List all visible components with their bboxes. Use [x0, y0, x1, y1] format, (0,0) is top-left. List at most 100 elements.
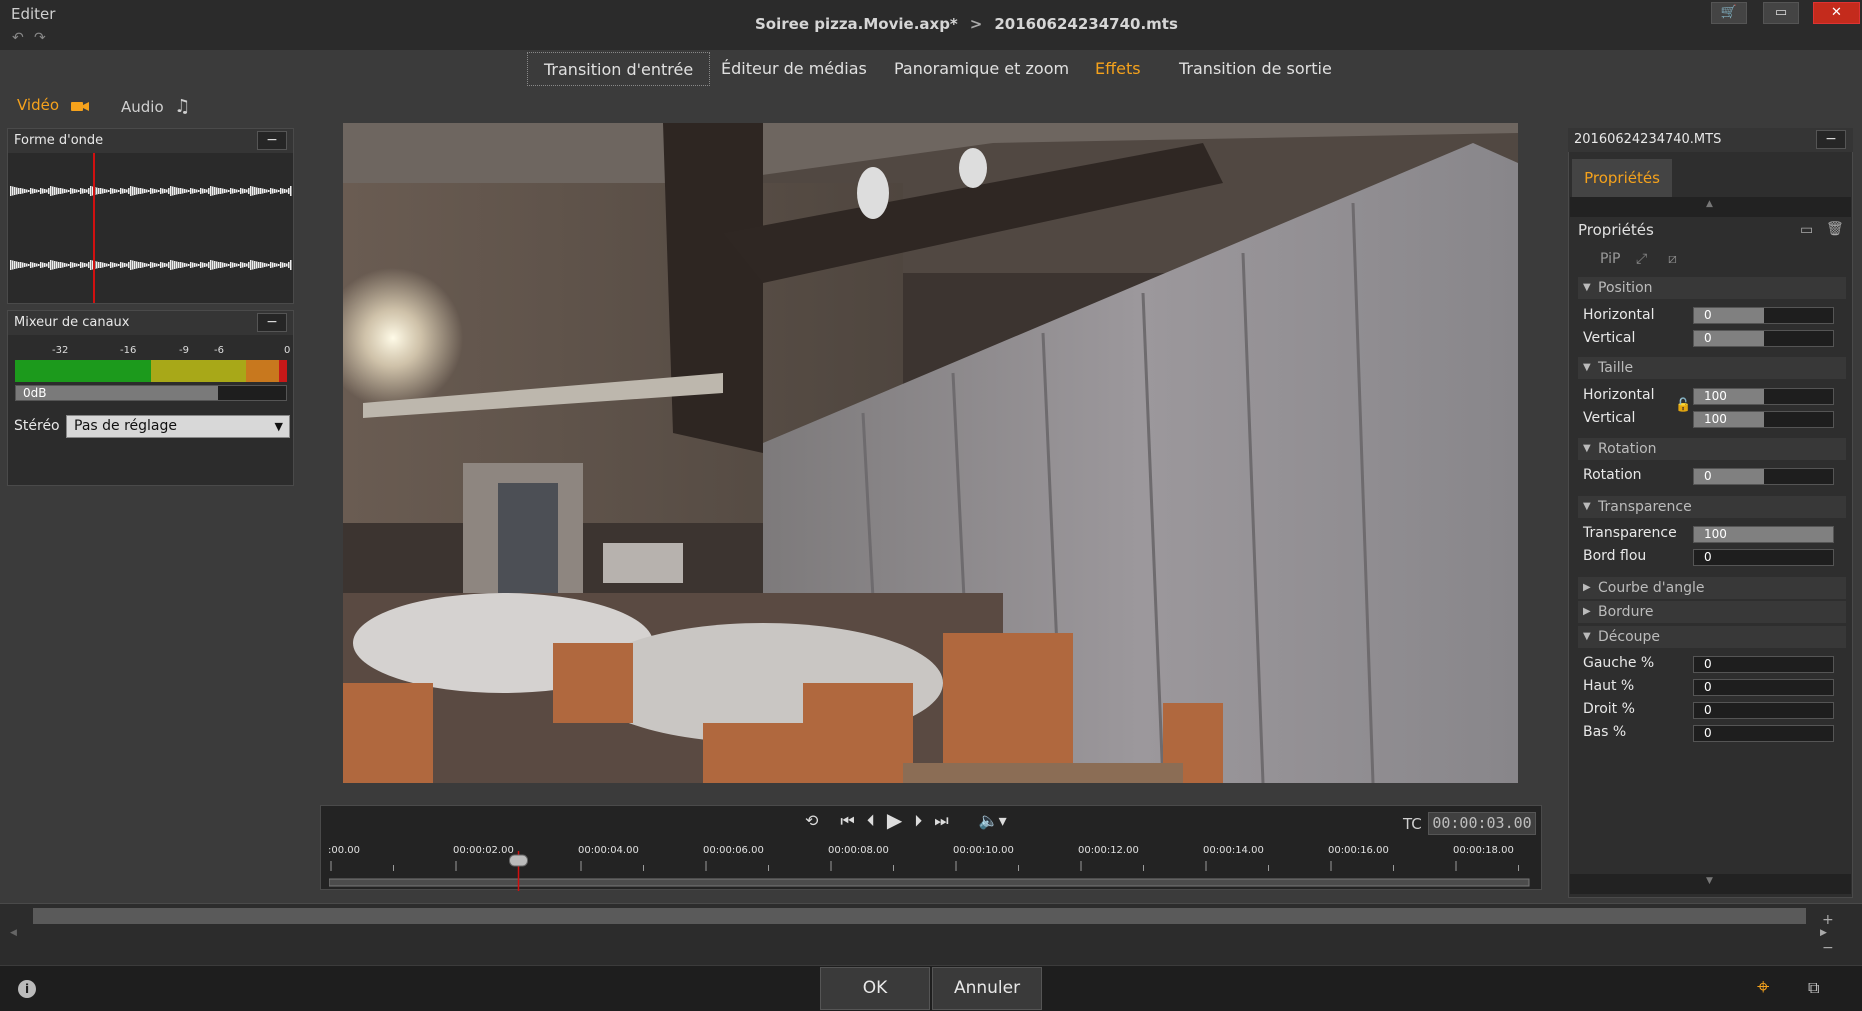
waveform-panel-title: Forme d'onde: [14, 133, 104, 148]
tab-panoramique-zoom[interactable]: Panoramique et zoom: [878, 52, 1085, 86]
gain-value: 0dB: [23, 386, 47, 400]
aspect-lock-icon[interactable]: 🔓: [1675, 398, 1691, 413]
timeline-tick-label: 00:00:12.00: [1078, 845, 1139, 856]
gain-slider[interactable]: 0dB: [15, 385, 287, 401]
section-rotation[interactable]: ▼ Rotation: [1578, 438, 1846, 460]
timecode-display[interactable]: 00:00:03.00: [1428, 812, 1536, 835]
section-position[interactable]: ▼ Position: [1578, 277, 1846, 299]
preset-icon[interactable]: ▭: [1800, 222, 1813, 238]
pip-resize-icon[interactable]: ⤢: [1636, 251, 1647, 267]
position-horizontal-slider[interactable]: 0: [1693, 307, 1834, 324]
audio-mode-toggle[interactable]: Audio ♫: [121, 96, 191, 117]
tab-proprietes[interactable]: Propriétés: [1572, 159, 1672, 197]
size-horizontal-slider[interactable]: 100: [1693, 388, 1834, 405]
close-button[interactable]: ✕: [1813, 2, 1860, 24]
maximize-button[interactable]: ▭: [1763, 2, 1799, 24]
dropdown-arrow-icon: ▼: [274, 420, 283, 433]
waveform-display[interactable]: [8, 153, 293, 303]
slider-value: 0: [1704, 657, 1712, 671]
properties-collapse-button[interactable]: −: [1816, 130, 1846, 149]
playhead-handle[interactable]: [509, 854, 528, 867]
slider-value: 0: [1704, 726, 1712, 740]
volume-icon[interactable]: 🔈▾: [979, 811, 1007, 832]
section-bordure[interactable]: ▶ Bordure: [1578, 601, 1846, 623]
section-decoupe[interactable]: ▼ Découpe: [1578, 626, 1846, 648]
position-vertical-slider[interactable]: 0: [1693, 330, 1834, 347]
ok-button[interactable]: OK: [820, 967, 930, 1010]
transparency-slider[interactable]: 100: [1693, 526, 1834, 543]
step-forward-icon[interactable]: ⏵: [914, 811, 922, 832]
level-meter: [15, 360, 287, 382]
expand-arrow-icon: ▼: [1583, 443, 1591, 454]
meter-scale-label: -9: [179, 345, 189, 356]
properties-clip-name: 20160624234740.MTS: [1568, 128, 1853, 152]
timeline-tick-label: 00:00:10.00: [953, 845, 1014, 856]
mixer-body: -32 -16 -9 -6 0 0dB Stéréo Pas de réglag…: [8, 335, 293, 485]
slider-value: 0: [1704, 331, 1712, 345]
mixer-panel-header: Mixeur de canaux −: [8, 311, 293, 335]
video-mode-label: Vidéo: [17, 96, 60, 114]
tab-transition-entree[interactable]: Transition d'entrée: [527, 52, 711, 86]
timeline-scrollbar[interactable]: [33, 908, 1806, 924]
soft-edge-slider[interactable]: 0: [1693, 549, 1834, 566]
stereo-label: Stéréo: [14, 418, 60, 434]
scroll-right-icon[interactable]: ▶: [1820, 928, 1827, 938]
properties-title: Propriétés: [1578, 221, 1654, 239]
zoom-out-icon[interactable]: −: [1822, 940, 1834, 956]
stereo-select[interactable]: Pas de réglage ▼: [66, 415, 290, 438]
maximize-icon: ▭: [1774, 5, 1788, 20]
audio-mode-label: Audio: [121, 98, 164, 116]
section-courbe-angle[interactable]: ▶ Courbe d'angle: [1578, 577, 1846, 599]
meter-scale-label: 0: [284, 345, 291, 356]
zoom-in-icon[interactable]: +: [1822, 912, 1834, 928]
crop-left-slider[interactable]: 0: [1693, 656, 1834, 673]
tab-effets[interactable]: Effets: [1079, 52, 1157, 86]
undo-icon[interactable]: ↶: [12, 30, 24, 46]
ruler-scrollbar[interactable]: [329, 878, 1530, 887]
rotation-slider[interactable]: 0: [1693, 468, 1834, 485]
play-icon[interactable]: ▶: [887, 808, 902, 832]
timeline-tick-label: 00:00:18.00: [1453, 845, 1514, 856]
crop-bottom-slider[interactable]: 0: [1693, 725, 1834, 742]
trash-icon[interactable]: 🗑: [1826, 221, 1844, 237]
timeline-tick-label: 00:00:08.00: [828, 845, 889, 856]
waveform-panel: Forme d'onde −: [7, 128, 294, 304]
collapsed-arrow-icon: ▶: [1583, 582, 1591, 593]
waveform-collapse-button[interactable]: −: [257, 131, 287, 150]
section-courbe-angle-label: Courbe d'angle: [1598, 580, 1705, 596]
target-icon[interactable]: ⌖: [1757, 975, 1769, 1000]
go-to-start-icon[interactable]: ⏮: [840, 811, 854, 832]
crop-top-slider[interactable]: 0: [1693, 679, 1834, 696]
go-to-end-icon[interactable]: ⏭: [934, 811, 948, 832]
properties-scroll-up[interactable]: ▲: [1570, 197, 1851, 217]
expand-arrow-icon: ▼: [1583, 362, 1591, 373]
size-vertical-slider[interactable]: 100: [1693, 411, 1834, 428]
tab-transition-sortie[interactable]: Transition de sortie: [1163, 52, 1348, 86]
section-transparence[interactable]: ▼ Transparence: [1578, 496, 1846, 518]
breadcrumb-clip: 20160624234740.mts: [994, 15, 1178, 33]
crop-right-slider[interactable]: 0: [1693, 702, 1834, 719]
editor-window: Editer ↶ ↷ Soiree pizza.Movie.axp* >20160…: [0, 0, 1862, 1011]
section-taille[interactable]: ▼ Taille: [1578, 357, 1846, 379]
step-back-icon[interactable]: ⏴: [867, 811, 875, 832]
properties-scroll-down[interactable]: ▼: [1570, 874, 1851, 894]
video-mode-toggle[interactable]: Vidéo: [17, 96, 90, 114]
meter-scale-label: -6: [214, 345, 224, 356]
breadcrumb: Soiree pizza.Movie.axp* >20160624234740.m…: [755, 15, 1178, 33]
menu-editer[interactable]: Editer: [11, 5, 55, 23]
size-horizontal-label: Horizontal: [1583, 387, 1655, 403]
video-preview[interactable]: [343, 123, 1518, 783]
info-icon[interactable]: i: [18, 980, 36, 998]
slider-value: 100: [1704, 389, 1727, 403]
breadcrumb-project[interactable]: Soiree pizza.Movie.axp*: [755, 15, 958, 33]
cart-button[interactable]: 🛒: [1711, 2, 1747, 24]
redo-icon[interactable]: ↷: [34, 30, 46, 46]
detach-window-icon[interactable]: ⧉: [1808, 978, 1819, 998]
loop-icon[interactable]: ⟲: [805, 811, 818, 832]
cancel-button[interactable]: Annuler: [932, 967, 1042, 1010]
pip-crop-icon[interactable]: ⧄: [1668, 251, 1677, 267]
scroll-left-icon[interactable]: ◀: [10, 928, 17, 938]
meter-scale-label: -16: [120, 345, 137, 356]
mixer-collapse-button[interactable]: −: [257, 313, 287, 332]
tab-editeur-medias[interactable]: Éditeur de médias: [705, 52, 883, 86]
